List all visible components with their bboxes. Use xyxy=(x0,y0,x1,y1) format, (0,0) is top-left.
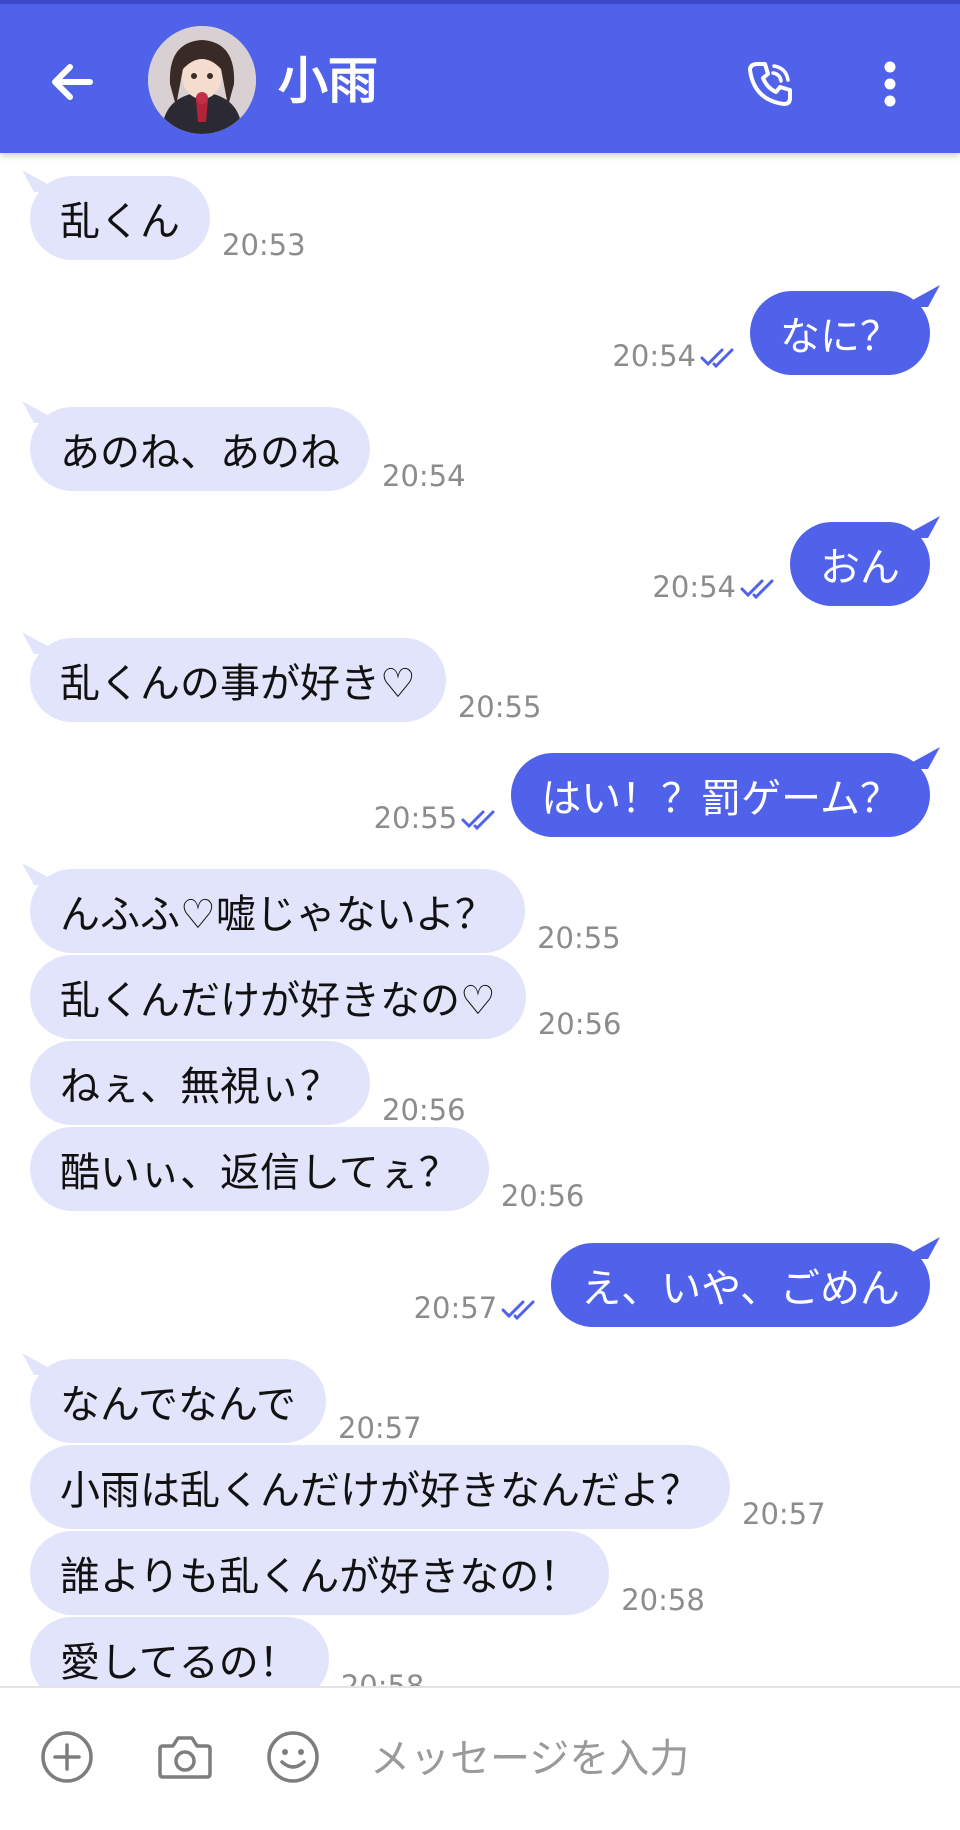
message-incoming: 乱くん 20:53 xyxy=(22,170,306,262)
message-incoming: 愛してるの！ 20:58 xyxy=(30,1617,424,1686)
message-text: ねぇ、無視ぃ？ xyxy=(60,1064,340,1110)
message-time: 20:54 xyxy=(382,459,466,493)
add-button[interactable] xyxy=(36,1726,98,1788)
message-outgoing: 20:54 なに？ xyxy=(612,285,940,375)
message-outgoing: 20:54 おん xyxy=(652,516,940,606)
more-menu-button[interactable] xyxy=(862,52,918,116)
message-incoming: なんでなんで 20:57 xyxy=(22,1353,422,1445)
message-bubble[interactable]: 乱くん xyxy=(22,170,210,260)
message-bubble[interactable]: え、いや、ごめん xyxy=(551,1237,940,1327)
bubble-tail xyxy=(22,632,62,654)
message-time: 20:57 xyxy=(338,1411,422,1445)
message-time-group: 20:57 xyxy=(414,1291,546,1325)
message-bubble[interactable]: 酷いぃ、返信してぇ？ xyxy=(30,1127,489,1211)
message-text: はい！？罰ゲーム？ xyxy=(541,776,900,822)
message-bubble[interactable]: なんでなんで xyxy=(22,1353,326,1443)
message-text: 乱くんだけが好きなの♡ xyxy=(60,978,496,1024)
message-incoming: 小雨は乱くんだけが好きなんだよ？ 20:57 xyxy=(30,1445,826,1531)
message-incoming: 乱くんの事が好き♡ 20:55 xyxy=(22,632,542,724)
message-text: なんでなんで xyxy=(60,1382,296,1428)
message-text: 誰よりも乱くんが好きなの！ xyxy=(60,1554,580,1600)
bubble-tail xyxy=(900,1237,940,1259)
message-time: 20:55 xyxy=(457,690,542,724)
message-text: なに？ xyxy=(780,314,900,360)
message-incoming: あのね、あのね 20:54 xyxy=(22,401,466,493)
message-bubble[interactable]: はい！？罰ゲーム？ xyxy=(511,747,940,837)
message-bubble[interactable]: んふふ♡嘘じゃないよ？ xyxy=(22,863,526,953)
bubble-tail xyxy=(900,285,940,307)
message-incoming: 乱くんだけが好きなの♡ 20:56 xyxy=(30,955,622,1041)
message-text: え、いや、ごめん xyxy=(581,1266,900,1312)
message-text: 乱くん xyxy=(60,199,180,245)
message-bubble[interactable]: ねぇ、無視ぃ？ xyxy=(30,1041,370,1125)
bubble-tail xyxy=(900,516,940,538)
avatar[interactable] xyxy=(148,26,256,134)
message-time: 20:57 xyxy=(742,1497,826,1531)
message-bubble[interactable]: なに？ xyxy=(750,285,940,375)
message-input[interactable] xyxy=(368,1722,932,1796)
message-text: 愛してるの！ xyxy=(60,1640,299,1686)
double-check-icon xyxy=(740,579,774,599)
message-bubble[interactable]: あのね、あのね xyxy=(22,401,370,491)
bubble-tail xyxy=(22,1353,62,1375)
message-time: 20:58 xyxy=(340,1669,425,1686)
message-bubble[interactable]: 乱くんだけが好きなの♡ xyxy=(30,955,526,1039)
message-bubble[interactable]: 誰よりも乱くんが好きなの！ xyxy=(30,1531,610,1615)
call-button[interactable] xyxy=(738,52,802,116)
message-bubble[interactable]: 乱くんの事が好き♡ xyxy=(22,632,446,722)
double-check-icon xyxy=(501,1300,535,1320)
avatar-image xyxy=(148,26,256,134)
back-button[interactable] xyxy=(42,52,102,112)
arrow-left-icon xyxy=(52,64,93,100)
message-incoming: 誰よりも乱くんが好きなの！ 20:58 xyxy=(30,1531,705,1617)
message-list[interactable]: 乱くん 20:53 20:54 なに？ あのね、あのね 20:54 20:54 … xyxy=(0,153,960,1686)
composer-bar xyxy=(0,1686,960,1830)
message-time: 20:57 xyxy=(413,1291,498,1325)
bubble-tail xyxy=(22,401,62,423)
bubble-tail xyxy=(900,747,940,769)
message-time: 20:54 xyxy=(612,339,696,373)
message-time-group: 20:54 xyxy=(612,339,744,373)
message-bubble[interactable]: 愛してるの！ xyxy=(30,1617,329,1686)
message-outgoing: 20:57 え、いや、ごめん xyxy=(414,1237,940,1327)
camera-button[interactable] xyxy=(154,1726,216,1788)
message-incoming: 酷いぃ、返信してぇ？ 20:56 xyxy=(30,1127,585,1213)
smiley-icon xyxy=(267,1731,319,1783)
plus-circle-icon xyxy=(41,1731,93,1783)
message-bubble[interactable]: 小雨は乱くんだけが好きなんだよ？ xyxy=(30,1445,730,1529)
message-time: 20:55 xyxy=(373,801,458,835)
message-outgoing: 20:55 はい！？罰ゲーム？ xyxy=(374,747,940,837)
message-text: 乱くんの事が好き♡ xyxy=(60,661,416,707)
message-text: おん xyxy=(820,545,900,591)
message-bubble[interactable]: おん xyxy=(790,516,940,606)
message-incoming: ねぇ、無視ぃ？ 20:56 xyxy=(30,1041,466,1127)
double-check-icon xyxy=(461,810,495,830)
message-time: 20:56 xyxy=(537,1007,622,1041)
chat-header: 小雨 xyxy=(0,0,960,153)
message-time: 20:58 xyxy=(621,1583,705,1617)
message-time: 20:56 xyxy=(500,1179,585,1213)
bubble-tail xyxy=(22,863,62,885)
message-time: 20:56 xyxy=(382,1093,466,1127)
message-text: 小雨は乱くんだけが好きなんだよ？ xyxy=(60,1468,700,1514)
more-vert-icon xyxy=(884,61,896,107)
phone-icon xyxy=(748,62,792,106)
message-text: 酷いぃ、返信してぇ？ xyxy=(60,1150,459,1196)
double-check-icon xyxy=(700,348,734,368)
contact-name: 小雨 xyxy=(278,52,378,110)
message-time-group: 20:54 xyxy=(652,570,784,604)
message-text: あのね、あのね xyxy=(60,430,340,476)
message-time: 20:53 xyxy=(222,228,306,262)
bubble-tail xyxy=(22,170,62,192)
message-time-group: 20:55 xyxy=(374,801,506,835)
message-time: 20:55 xyxy=(537,921,621,955)
emoji-button[interactable] xyxy=(262,1726,324,1788)
message-text: んふふ♡嘘じゃないよ？ xyxy=(60,892,496,938)
message-incoming: んふふ♡嘘じゃないよ？ 20:55 xyxy=(22,863,621,955)
camera-icon xyxy=(158,1736,212,1779)
message-time: 20:54 xyxy=(652,570,736,604)
